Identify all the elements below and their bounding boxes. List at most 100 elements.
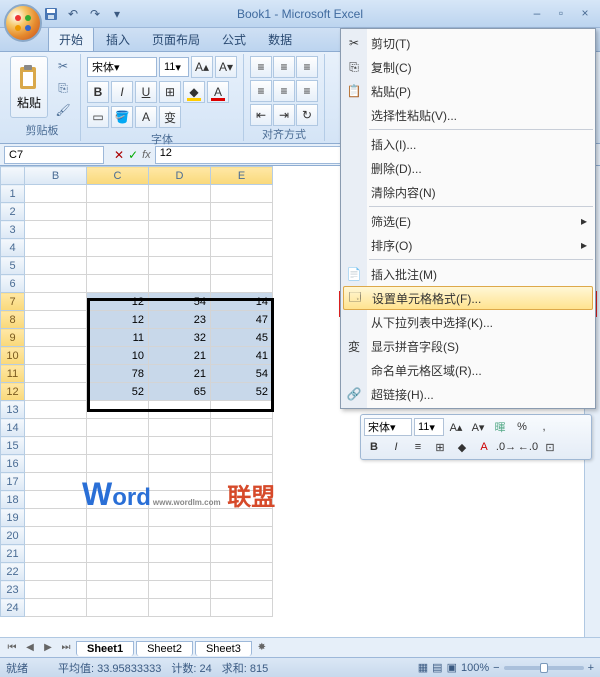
mini-shrink-font[interactable]: A▾ (468, 418, 488, 436)
sheet-nav-next[interactable]: ▶ (40, 642, 56, 653)
cell-D2[interactable] (149, 203, 211, 221)
cell-B13[interactable] (25, 401, 87, 419)
menu-item[interactable]: 清除内容(N) (341, 180, 595, 204)
row-header-6[interactable]: 6 (1, 275, 25, 293)
mini-fill-button[interactable]: ◆ (452, 438, 472, 456)
cell-E12[interactable]: 52 (211, 383, 273, 401)
sheet-tab-1[interactable]: Sheet1 (76, 641, 134, 656)
cell-C3[interactable] (87, 221, 149, 239)
cell-B17[interactable] (25, 473, 87, 491)
cell-C20[interactable] (87, 527, 149, 545)
zoom-out-button[interactable]: − (493, 662, 499, 674)
fill-color-button[interactable]: ◆ (183, 81, 205, 103)
undo-button[interactable]: ↶ (64, 5, 82, 23)
col-header-E[interactable]: E (211, 167, 273, 185)
cell-B1[interactable] (25, 185, 87, 203)
menu-item[interactable]: 📄 插入批注(M) (341, 262, 595, 286)
cell-C10[interactable]: 10 (87, 347, 149, 365)
close-button[interactable]: × (574, 6, 596, 22)
cell-E3[interactable] (211, 221, 273, 239)
cell-B23[interactable] (25, 581, 87, 599)
view-layout-icon[interactable]: ▤ (432, 661, 442, 674)
cell-D20[interactable] (149, 527, 211, 545)
menu-item[interactable]: 选择性粘贴(V)... (341, 103, 595, 127)
font-color-button[interactable]: A (207, 81, 229, 103)
cell-B14[interactable] (25, 419, 87, 437)
align-middle-button[interactable]: ≡ (273, 56, 295, 78)
row-header-8[interactable]: 8 (1, 311, 25, 329)
cell-B8[interactable] (25, 311, 87, 329)
cell-C11[interactable]: 78 (87, 365, 149, 383)
row-header-17[interactable]: 17 (1, 473, 25, 491)
cell-C6[interactable] (87, 275, 149, 293)
cell-E7[interactable]: 14 (211, 293, 273, 311)
align-left-button[interactable]: ≡ (250, 80, 272, 102)
cell-E2[interactable] (211, 203, 273, 221)
cell-D1[interactable] (149, 185, 211, 203)
mini-size-select[interactable]: 11 ▾ (414, 418, 444, 436)
cell-C4[interactable] (87, 239, 149, 257)
cell-B22[interactable] (25, 563, 87, 581)
cell-B7[interactable] (25, 293, 87, 311)
row-header-11[interactable]: 11 (1, 365, 25, 383)
menu-item[interactable]: 命名单元格区域(R)... (341, 358, 595, 382)
cell-E6[interactable] (211, 275, 273, 293)
mini-bold-button[interactable]: B (364, 438, 384, 456)
cell-C2[interactable] (87, 203, 149, 221)
mini-italic-button[interactable]: I (386, 438, 406, 456)
cell-E15[interactable] (211, 437, 273, 455)
col-header-D[interactable]: D (149, 167, 211, 185)
cell-D10[interactable]: 21 (149, 347, 211, 365)
restore-button[interactable]: ▫ (550, 6, 572, 22)
mini-dec-decimal[interactable]: ←.0 (518, 438, 538, 456)
cell-D6[interactable] (149, 275, 211, 293)
cell-D23[interactable] (149, 581, 211, 599)
menu-item[interactable]: 🔗 超链接(H)... (341, 382, 595, 406)
orientation-button[interactable]: ↻ (296, 104, 318, 126)
zoom-level[interactable]: 100% (461, 662, 489, 674)
row-header-4[interactable]: 4 (1, 239, 25, 257)
cell-E5[interactable] (211, 257, 273, 275)
phonetic-button[interactable]: 变 (159, 106, 181, 128)
cell-B16[interactable] (25, 455, 87, 473)
row-header-19[interactable]: 19 (1, 509, 25, 527)
menu-item[interactable]: 从下拉列表中选择(K)... (341, 310, 595, 334)
mini-merge-button[interactable]: ⊡ (540, 438, 560, 456)
office-button[interactable] (4, 4, 42, 42)
cell-D14[interactable] (149, 419, 211, 437)
cell-D21[interactable] (149, 545, 211, 563)
bold-button[interactable]: B (87, 81, 109, 103)
mini-font-select[interactable]: 宋体 ▾ (364, 418, 412, 436)
row-header-20[interactable]: 20 (1, 527, 25, 545)
name-box[interactable]: C7 (4, 146, 104, 164)
cell-E11[interactable]: 54 (211, 365, 273, 383)
font-color2-button[interactable]: A (135, 106, 157, 128)
cell-C7[interactable]: 12 (87, 293, 149, 311)
mini-border-button[interactable]: ⊞ (430, 438, 450, 456)
cell-E22[interactable] (211, 563, 273, 581)
minimize-button[interactable]: – (526, 6, 548, 22)
menu-item[interactable]: 删除(D)... (341, 156, 595, 180)
zoom-in-button[interactable]: + (588, 662, 594, 674)
mini-inc-decimal[interactable]: .0→ (496, 438, 516, 456)
cell-B6[interactable] (25, 275, 87, 293)
row-header-22[interactable]: 22 (1, 563, 25, 581)
menu-item[interactable]: 🗔 设置单元格格式(F)... (343, 286, 593, 310)
italic-button[interactable]: I (111, 81, 133, 103)
cell-B24[interactable] (25, 599, 87, 617)
row-header-15[interactable]: 15 (1, 437, 25, 455)
align-top-button[interactable]: ≡ (250, 56, 272, 78)
cell-D12[interactable]: 65 (149, 383, 211, 401)
qat-dropdown[interactable]: ▾ (108, 5, 126, 23)
menu-item[interactable]: 変 显示拼音字段(S) (341, 334, 595, 358)
sheet-nav-prev[interactable]: ◀ (22, 642, 38, 653)
grow-font-button[interactable]: A▴ (191, 56, 213, 78)
row-header-24[interactable]: 24 (1, 599, 25, 617)
cell-B20[interactable] (25, 527, 87, 545)
cell-D22[interactable] (149, 563, 211, 581)
cell-C23[interactable] (87, 581, 149, 599)
cell-D15[interactable] (149, 437, 211, 455)
tab-home[interactable]: 开始 (48, 26, 94, 51)
sheet-nav-last[interactable]: ⏭ (58, 642, 74, 653)
cell-C16[interactable] (87, 455, 149, 473)
